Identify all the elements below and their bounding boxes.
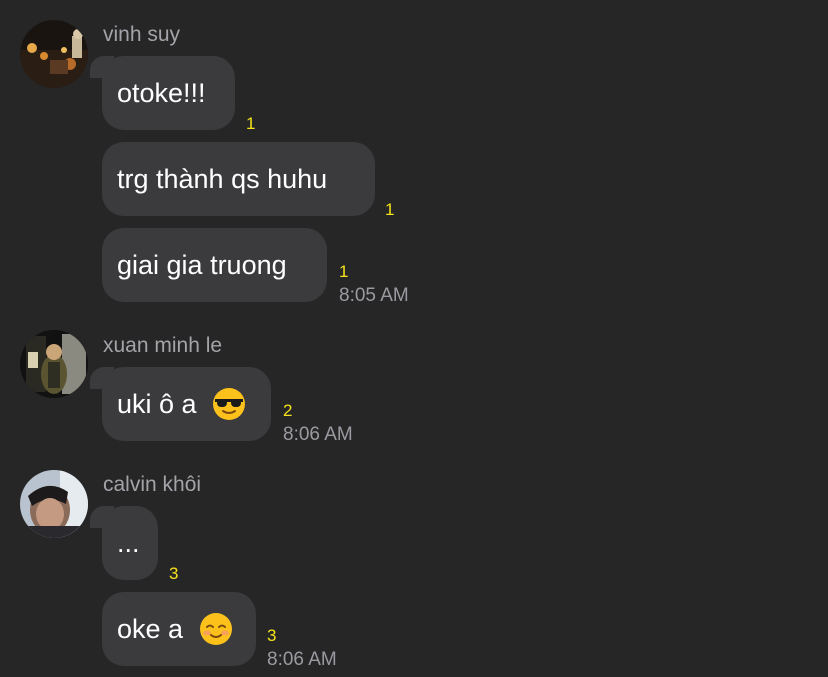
message-text: trg thành qs huhu [117,164,328,194]
reaction-count[interactable]: 1 [246,114,255,134]
reaction-count[interactable]: 1 [385,200,394,220]
reaction-count[interactable]: 2 [283,401,292,421]
timestamp: 8:06 AM [267,649,337,670]
avatar-calvin-khoi[interactable] [20,470,88,538]
message-text: otoke!!! [117,78,206,108]
smiling-blush-emoji [199,612,232,645]
sender-name: xuan minh le [103,334,223,357]
message-bubble[interactable]: giai gia truong [102,228,327,302]
avatar-vinh-suy[interactable] [20,20,88,88]
reaction-count[interactable]: 1 [339,262,348,282]
sender-name: calvin khôi [103,473,202,496]
reaction-count[interactable]: 3 [169,564,178,584]
reaction-count[interactable]: 3 [267,626,276,646]
message-text: oke a [117,614,184,644]
timestamp: 8:05 AM [339,285,409,306]
message-bubble[interactable]: ... [90,506,158,580]
message-bubble[interactable]: oke a [102,592,256,666]
chat-thread: vinh suy otoke!!! 1 trg thành qs huhu 1 … [0,0,828,677]
timestamp: 8:06 AM [283,424,353,445]
message-bubble[interactable]: trg thành qs huhu [102,142,375,216]
message-text: uki ô a [117,389,197,419]
message-text: giai gia truong [117,250,287,280]
message-text: ... [117,528,140,558]
sender-name: vinh suy [103,23,181,46]
message-bubble[interactable]: uki ô a [90,367,271,441]
avatar-xuan-minh-le[interactable] [20,330,88,398]
message-bubble[interactable]: otoke!!! [90,56,235,130]
sunglasses-emoji [213,387,246,420]
